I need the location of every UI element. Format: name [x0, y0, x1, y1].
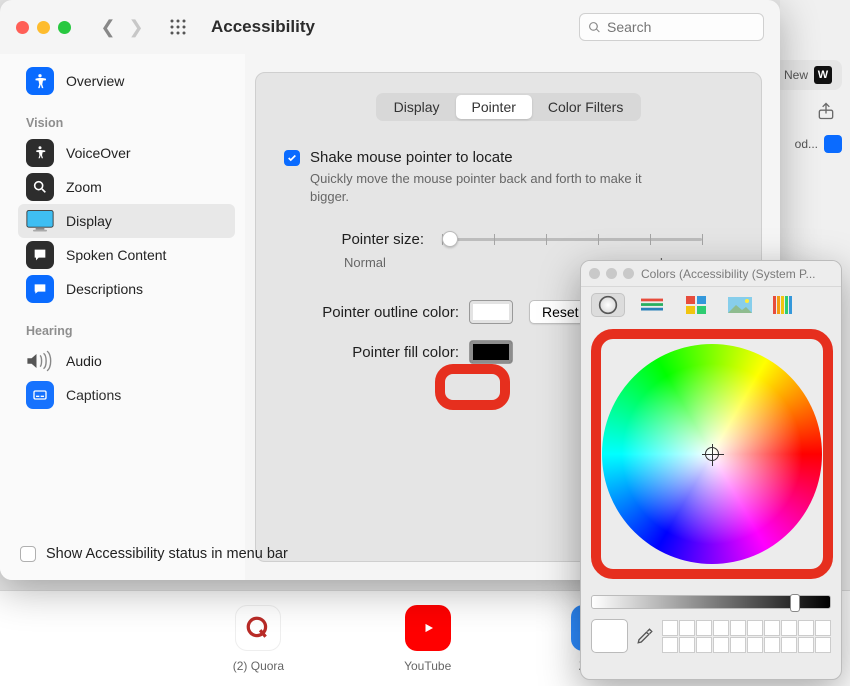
- bookmark-label: od...: [795, 137, 818, 151]
- menu-bar-label: Show Accessibility status in menu bar: [46, 546, 288, 562]
- sidebar-item-label: Descriptions: [66, 281, 143, 297]
- mode-palettes[interactable]: [679, 293, 713, 317]
- dock-label: YouTube: [404, 659, 451, 673]
- sidebar-item-label: Overview: [66, 73, 124, 89]
- tab-label: New: [784, 68, 808, 82]
- sidebar-item-zoom[interactable]: Zoom: [18, 170, 235, 204]
- saved-swatches[interactable]: [662, 620, 831, 653]
- youtube-icon: [405, 605, 451, 651]
- bookmark-item[interactable]: od...: [795, 135, 842, 153]
- shake-checkbox[interactable]: [284, 150, 300, 166]
- sidebar-item-spoken[interactable]: Spoken Content: [18, 238, 235, 272]
- outline-color-label: Pointer outline color:: [284, 304, 459, 321]
- picker-title: Colors (Accessibility (System P...: [641, 267, 816, 281]
- mode-pencils[interactable]: [767, 293, 801, 317]
- outline-color-well[interactable]: [469, 300, 513, 324]
- sidebar-item-captions[interactable]: Captions: [18, 378, 235, 412]
- sidebar-item-label: Spoken Content: [66, 247, 166, 263]
- sidebar-item-audio[interactable]: Audio: [18, 344, 235, 378]
- mode-sliders[interactable]: [635, 293, 669, 317]
- titlebar: ❮ ❯ Accessibility: [0, 0, 780, 54]
- sidebar-item-display[interactable]: Display: [18, 204, 235, 238]
- pointer-size-slider[interactable]: [442, 229, 702, 249]
- sidebar-item-descriptions[interactable]: Descriptions: [18, 272, 235, 306]
- sidebar-item-label: Audio: [66, 353, 102, 369]
- picker-titlebar: Colors (Accessibility (System P...: [581, 261, 841, 287]
- dock-item-quora[interactable]: (2) Quora: [233, 605, 284, 673]
- picker-minimize-button[interactable]: [606, 268, 617, 279]
- picker-close-button[interactable]: [589, 268, 600, 279]
- annotation-highlight: [591, 329, 833, 579]
- tab-bar: Display Pointer Color Filters: [284, 93, 733, 121]
- sidebar-section-hearing: Hearing: [26, 324, 235, 338]
- eyedropper-icon[interactable]: [636, 626, 654, 646]
- sidebar-item-label: Captions: [66, 387, 121, 403]
- tab-pointer[interactable]: Pointer: [456, 95, 532, 119]
- sidebar: Overview Vision VoiceOver Zoom Displa: [0, 54, 245, 580]
- spoken-icon: [26, 241, 54, 269]
- picker-mode-tabs: [581, 287, 841, 323]
- color-wheel-area: [591, 329, 833, 579]
- brightness-slider[interactable]: [591, 595, 831, 609]
- color-picker-window: Colors (Accessibility (System P...: [580, 260, 842, 680]
- fill-color-label: Pointer fill color:: [284, 344, 459, 361]
- back-button[interactable]: ❮: [97, 16, 119, 38]
- menu-bar-checkbox[interactable]: [20, 546, 36, 562]
- share-icon[interactable]: [816, 100, 836, 122]
- voiceover-icon: [26, 139, 54, 167]
- shake-description: Quickly move the mouse pointer back and …: [310, 170, 670, 205]
- tab-color-filters[interactable]: Color Filters: [532, 95, 639, 119]
- sidebar-item-label: Display: [66, 213, 112, 229]
- quora-icon: [235, 605, 281, 651]
- search-icon: [588, 21, 601, 34]
- swatch-row: [581, 609, 841, 663]
- sidebar-section-vision: Vision: [26, 116, 235, 130]
- display-icon: [26, 207, 54, 235]
- dock-item-youtube[interactable]: YouTube: [404, 605, 451, 673]
- pointer-size-label: Pointer size:: [284, 231, 424, 248]
- zoom-icon: [26, 173, 54, 201]
- nav-arrows: ❮ ❯: [97, 16, 147, 38]
- bookmark-favicon: [824, 135, 842, 153]
- tab-display[interactable]: Display: [378, 95, 456, 119]
- annotation-highlight: [435, 364, 510, 410]
- show-all-icon[interactable]: [167, 16, 189, 38]
- tab-favicon: W: [814, 66, 832, 84]
- dock-label: (2) Quora: [233, 659, 284, 673]
- sidebar-item-voiceover[interactable]: VoiceOver: [18, 136, 235, 170]
- slider-min-label: Normal: [344, 255, 386, 270]
- captions-icon: [26, 381, 54, 409]
- sidebar-item-overview[interactable]: Overview: [18, 64, 235, 98]
- mode-image[interactable]: [723, 293, 757, 317]
- fill-color-well[interactable]: [469, 340, 513, 364]
- picker-zoom-button[interactable]: [623, 268, 634, 279]
- overview-icon: [26, 67, 54, 95]
- sidebar-item-label: VoiceOver: [66, 145, 131, 161]
- audio-icon: [26, 347, 54, 375]
- search-field[interactable]: [579, 13, 764, 41]
- fullscreen-button[interactable]: [58, 21, 71, 34]
- sidebar-item-label: Zoom: [66, 179, 102, 195]
- shake-label: Shake mouse pointer to locate: [310, 149, 670, 166]
- minimize-button[interactable]: [37, 21, 50, 34]
- mode-wheel[interactable]: [591, 293, 625, 317]
- brightness-thumb[interactable]: [790, 594, 800, 612]
- current-color-swatch[interactable]: [591, 619, 628, 653]
- traffic-lights: [16, 21, 71, 34]
- close-button[interactable]: [16, 21, 29, 34]
- window-title: Accessibility: [211, 17, 571, 37]
- search-input[interactable]: [607, 19, 755, 35]
- descriptions-icon: [26, 275, 54, 303]
- forward-button[interactable]: ❯: [125, 16, 147, 38]
- browser-tab[interactable]: New W: [774, 60, 842, 90]
- slider-thumb[interactable]: [442, 231, 458, 247]
- shake-row: Shake mouse pointer to locate Quickly mo…: [284, 149, 733, 205]
